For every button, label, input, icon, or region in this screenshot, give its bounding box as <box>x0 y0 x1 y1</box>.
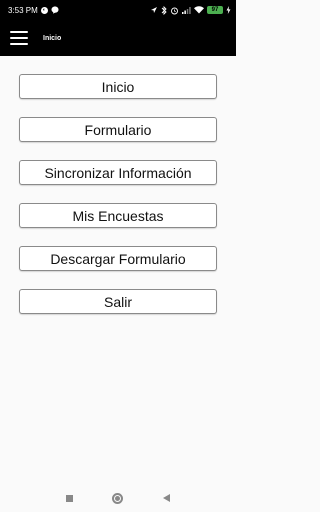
status-right: 97 <box>150 5 231 15</box>
alarm-icon <box>170 6 179 15</box>
back-icon[interactable] <box>163 494 171 502</box>
ring-icon: ◐ <box>40 6 48 14</box>
inicio-button[interactable]: Inicio <box>19 74 217 99</box>
status-bar: 3:53 PM ◐ 97 <box>0 0 236 20</box>
page-title: Inicio <box>43 34 62 42</box>
home-icon[interactable] <box>112 492 124 504</box>
app-screen: 3:53 PM ◐ 97 Inicio Inicio Formulario Si… <box>0 0 236 512</box>
salir-button[interactable]: Salir <box>19 289 217 314</box>
system-nav-bar <box>0 484 236 512</box>
battery-level: 97 <box>211 7 219 13</box>
location-icon <box>150 6 158 14</box>
recent-apps-icon[interactable] <box>65 494 73 502</box>
bluetooth-icon <box>161 5 167 15</box>
signal-icon <box>182 6 191 14</box>
sincronizar-informacion-button[interactable]: Sincronizar Información <box>19 160 217 185</box>
app-bar: Inicio <box>0 20 236 56</box>
charging-icon <box>226 6 231 14</box>
wifi-icon <box>194 6 204 14</box>
formulario-button[interactable]: Formulario <box>19 117 217 142</box>
descargar-formulario-button[interactable]: Descargar Formulario <box>19 246 217 271</box>
battery-icon: 97 <box>207 6 223 14</box>
main-menu: Inicio Formulario Sincronizar Informació… <box>19 74 217 314</box>
mis-encuestas-button[interactable]: Mis Encuestas <box>19 203 217 228</box>
messenger-icon <box>51 6 59 14</box>
hamburger-menu-icon[interactable] <box>10 31 28 45</box>
status-time: 3:53 PM <box>8 5 38 15</box>
status-left: 3:53 PM ◐ <box>8 6 59 15</box>
